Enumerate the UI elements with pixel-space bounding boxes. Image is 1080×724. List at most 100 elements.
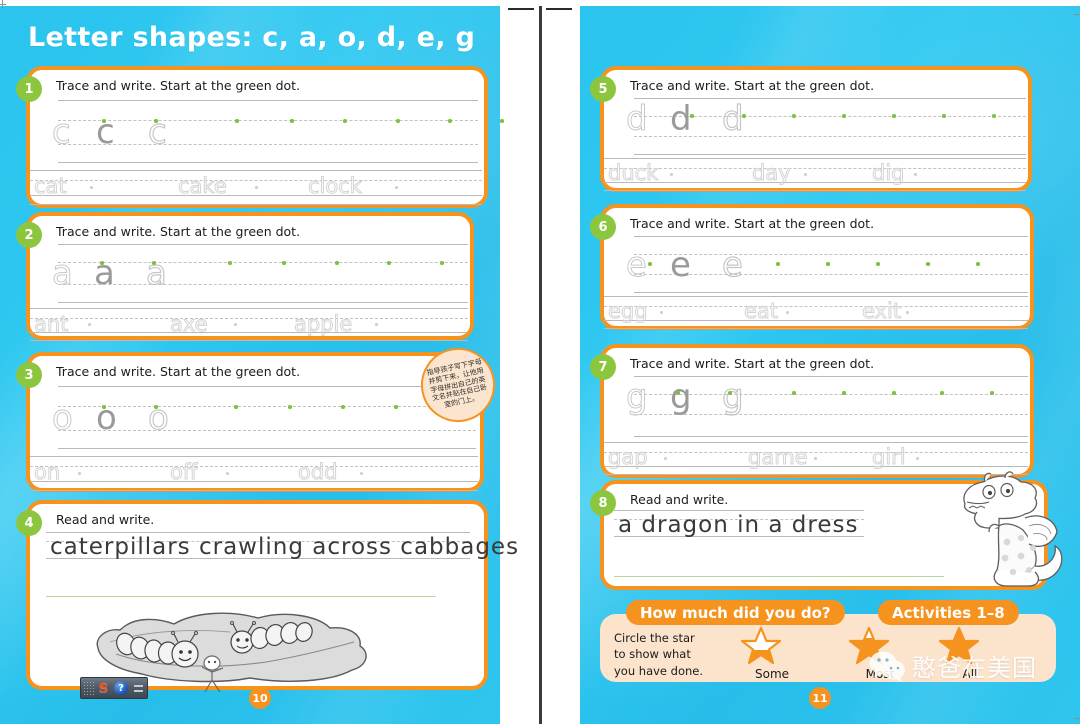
letter-rule-zone-6: e e e (604, 236, 1030, 293)
green-start-dot (648, 262, 652, 266)
word-separator-dot (88, 323, 91, 326)
word-rule-top-7 (604, 442, 1028, 443)
keyboard-icon[interactable] (134, 684, 143, 692)
green-start-dot (341, 405, 345, 409)
letter-solid-3: o (96, 398, 117, 438)
word-separator-dot (664, 457, 667, 460)
writing-line-4 (46, 596, 436, 597)
letter-rule-zone-5: d d d (604, 98, 1028, 155)
green-start-dot (343, 119, 347, 123)
green-start-dot (990, 391, 994, 395)
green-start-dot (100, 261, 104, 265)
help-icon[interactable]: ? (114, 681, 128, 695)
activity-card-4[interactable]: 4 Read and write. caterpillars crawling … (16, 500, 518, 693)
rule-base-5 (634, 136, 1026, 137)
trace-word: duck (607, 161, 659, 185)
letter-rule-zone-7: g g g (604, 376, 1030, 437)
rule-mid-6 (634, 254, 1028, 255)
trace-word: ant (33, 312, 69, 336)
green-start-dot (154, 405, 158, 409)
ime-drag-handle-icon[interactable] (83, 681, 94, 695)
letter-solid-6: e (670, 245, 691, 285)
activity-number-4: 4 (16, 510, 42, 536)
activity-card-2[interactable]: 2 Trace and write. Start at the green do… (16, 212, 474, 341)
activity-card-3[interactable]: 3 Trace and write. Start at the green do… (16, 352, 484, 492)
activity-instruction-6: Trace and write. Start at the green dot. (630, 216, 875, 231)
rule-top-1 (58, 100, 478, 101)
word-rule-bot-1 (30, 204, 482, 205)
green-start-dot (234, 405, 238, 409)
writing-line-8 (614, 576, 944, 577)
rule-base-6 (634, 274, 1028, 275)
trace-word: cat (34, 174, 68, 198)
green-start-dot (448, 119, 452, 123)
phrase-text-8: a dragon in a dress (618, 512, 859, 538)
activity-card-6[interactable]: 6 Trace and write. Start at the green do… (590, 204, 1034, 330)
trace-word: exit (861, 299, 902, 323)
word-rule-base-3 (30, 481, 478, 482)
dragon-illustration (963, 471, 1063, 587)
rule-bottom-7 (634, 436, 1028, 437)
word-separator-dot (375, 323, 378, 326)
rule-base-1 (58, 144, 478, 145)
word-separator-dot (395, 186, 398, 189)
rule-mid-1 (58, 120, 478, 121)
trace-word: eat (743, 299, 779, 323)
assessment-title: How much did you do? (626, 600, 845, 625)
activity-card-7[interactable]: 7 Trace and write. Start at the green do… (590, 344, 1034, 478)
word-rule-mid-1 (30, 180, 482, 181)
rule-bottom-2 (58, 302, 468, 303)
letter-rule-zone-2: a a a (30, 244, 470, 303)
trace-word: axe (170, 312, 209, 336)
word-rule-bot-3 (30, 490, 478, 491)
word-rule-base-6 (604, 320, 1028, 321)
letter-dotted-2: a (145, 253, 167, 293)
sogou-logo-icon[interactable]: S (96, 681, 111, 696)
ime-toolbar[interactable]: S ? (80, 677, 148, 699)
letter-outline-1: c (52, 112, 72, 152)
green-start-dot (876, 262, 880, 266)
green-start-dot (335, 261, 339, 265)
word-rule-mid-2 (30, 318, 468, 319)
word-rule-top-5 (604, 158, 1026, 159)
letter-solid-5: d (670, 99, 692, 139)
letter-outline-5: d (626, 99, 649, 139)
word-separator-dot (78, 472, 81, 475)
activity-number-2: 2 (16, 222, 42, 248)
trace-word: apple (293, 312, 353, 336)
crop-mark-right (546, 8, 572, 10)
green-start-dot (842, 391, 846, 395)
word-rule-zone-3: on off odd (30, 456, 480, 491)
word-rule-mid-5 (604, 168, 1026, 169)
star-option-some[interactable]: Some (740, 626, 804, 681)
green-start-dot (154, 119, 158, 123)
letter-outline-6: e (626, 245, 648, 285)
page-title: Letter shapes: c, a, o, d, e, g (28, 22, 476, 53)
trace-word: dig (872, 161, 905, 185)
letter-dotted-7: g (721, 377, 744, 417)
green-start-dot (440, 261, 444, 265)
word-separator-dot (90, 186, 93, 189)
green-start-dot (102, 405, 106, 409)
word-rule-zone-2: ant axe apple (30, 308, 470, 341)
trace-word: clock (308, 174, 363, 198)
letter-outline-7: g (626, 377, 649, 417)
rule-base-3 (58, 430, 476, 431)
activity-number-5: 5 (590, 76, 616, 102)
word-separator-dot (804, 173, 807, 176)
word-separator-dot (226, 472, 229, 475)
activity-instruction-2: Trace and write. Start at the green dot. (56, 224, 301, 239)
activity-card-1[interactable]: 1 Trace and write. Start at the green do… (16, 66, 504, 208)
letter-outline-3: o (52, 398, 74, 438)
word-separator-dot (906, 311, 909, 314)
green-start-dot (282, 261, 286, 265)
star-icon-some (740, 626, 782, 665)
word-separator-dot (660, 311, 663, 314)
word-rule-bot-6 (604, 328, 1028, 329)
activity-card-5[interactable]: 5 Trace and write. Start at the green do… (590, 66, 1032, 192)
activity-instruction-1: Trace and write. Start at the green dot. (56, 78, 301, 93)
word-separator-dot (916, 457, 919, 460)
activity-instruction-7: Trace and write. Start at the green dot. (630, 356, 875, 371)
green-start-dot (842, 114, 846, 118)
green-start-dot (742, 114, 746, 118)
